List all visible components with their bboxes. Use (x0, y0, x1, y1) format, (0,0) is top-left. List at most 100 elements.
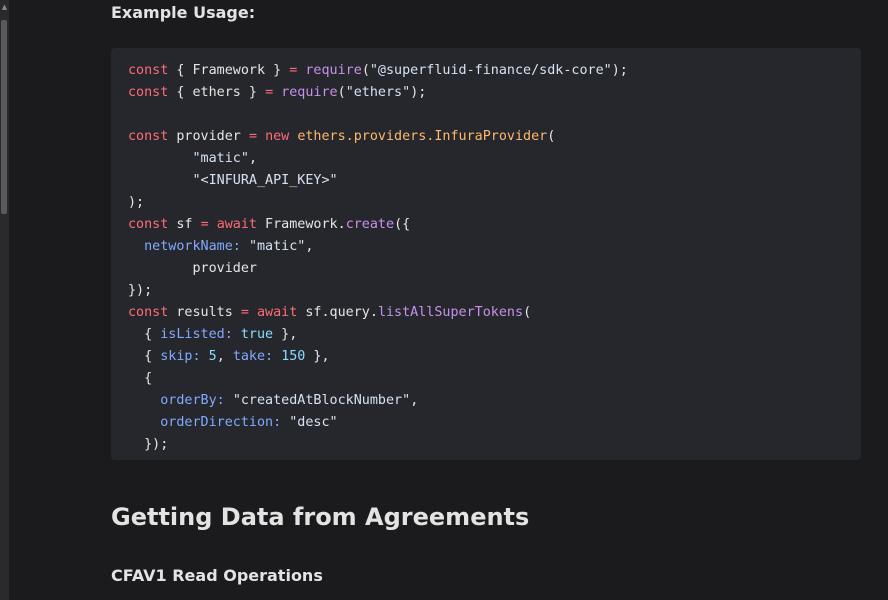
code-token: ( (547, 129, 556, 144)
code-token: networkName: (144, 239, 241, 254)
code-token: const (128, 63, 169, 78)
code-snippet: const { Framework } = require("@superflu… (111, 48, 861, 468)
code-line: "matic", (128, 148, 845, 170)
code-token: }); (128, 437, 169, 452)
code-token: listAllSuperTokens (377, 305, 524, 320)
code-token: }); (128, 283, 153, 298)
code-token: }, (273, 327, 298, 342)
code-token: skip: (160, 349, 201, 364)
code-line: networkName: "matic", (128, 236, 845, 258)
code-token: = (265, 85, 274, 100)
code-token: , (216, 349, 233, 364)
code-token: , (248, 151, 257, 166)
code-token: { Framework } (168, 63, 290, 78)
code-token: { (128, 327, 161, 342)
code-token: provider (128, 261, 257, 276)
code-line: const results = await sf.query.listAllSu… (128, 302, 845, 324)
code-line: const provider = new ethers.providers.In… (128, 126, 845, 148)
code-token: new (265, 129, 290, 144)
code-token: "matic" (192, 151, 249, 166)
code-token: = (248, 129, 257, 144)
code-token: "desc" (289, 415, 338, 430)
code-line: const sf = await Framework.create({ (128, 214, 845, 236)
code-line: const { Framework } = require("@superflu… (128, 60, 845, 82)
code-token: "ethers" (345, 85, 411, 100)
code-token: "matic" (248, 239, 306, 254)
code-token: { (128, 371, 153, 386)
code-token: }, (305, 349, 330, 364)
code-block: const { Framework } = require("@superflu… (111, 48, 861, 460)
code-line: { isListed: true }, (128, 324, 845, 346)
code-token: take: (232, 349, 274, 364)
code-token: ( (361, 63, 370, 78)
example-usage-label: Example Usage: (111, 3, 256, 22)
code-line: }); (128, 434, 845, 456)
sub-heading-cfav1-read: CFAV1 Read Operations (111, 566, 323, 585)
code-token: sf.query. (297, 305, 378, 320)
code-token: true (240, 327, 274, 342)
code-token: "<INFURA_API_KEY>" (192, 173, 338, 188)
code-line: orderBy: "createdAtBlockNumber", (128, 390, 845, 412)
scrollbar-thumb[interactable] (1, 20, 7, 214)
code-token: const (128, 217, 169, 232)
code-token: require (305, 63, 362, 78)
code-token: await (257, 305, 298, 320)
code-token: ); (611, 63, 628, 78)
code-token: = (240, 305, 249, 320)
code-token: , (305, 239, 314, 254)
code-token: 150 (281, 349, 306, 364)
code-token: ({ (394, 217, 411, 232)
code-token: "@superfluid-finance/sdk-core" (369, 63, 612, 78)
code-token: { (128, 349, 161, 364)
code-token: const (128, 305, 169, 320)
code-token: await (216, 217, 257, 232)
code-line: ); (128, 192, 845, 214)
page-scrollbar[interactable]: ▲ (0, 0, 9, 600)
code-line: { (128, 368, 845, 390)
code-token: 5 (208, 349, 217, 364)
code-line: { skip: 5, take: 150 }, (128, 346, 845, 368)
code-token: { ethers } (168, 85, 266, 100)
code-token: , (410, 393, 419, 408)
code-token: ); (410, 85, 427, 100)
code-token: = (200, 217, 209, 232)
code-token: create (345, 217, 395, 232)
code-line: "<INFURA_API_KEY>" (128, 170, 845, 192)
code-line: }); (128, 280, 845, 302)
code-token: ( (523, 305, 532, 320)
code-line: const { ethers } = require("ethers"); (128, 82, 845, 104)
code-token: orderDirection: (160, 415, 282, 430)
code-token: const (128, 85, 169, 100)
code-token: provider (168, 129, 249, 144)
code-line: orderDirection: "desc" (128, 412, 845, 434)
code-token: Framework. (257, 217, 346, 232)
code-token: ( (337, 85, 346, 100)
code-line: provider (128, 258, 845, 280)
section-heading-getting-data: Getting Data from Agreements (111, 503, 530, 531)
code-token: ); (128, 195, 145, 210)
code-token: sf (168, 217, 201, 232)
code-token: results (168, 305, 241, 320)
code-token: ethers.providers.InfuraProvider (297, 129, 548, 144)
code-token: isListed: (160, 327, 233, 342)
code-token: const (128, 129, 169, 144)
code-token: "createdAtBlockNumber" (232, 393, 411, 408)
code-token: require (281, 85, 338, 100)
scroll-up-arrow-icon[interactable]: ▲ (0, 0, 9, 14)
code-token: orderBy: (160, 393, 225, 408)
